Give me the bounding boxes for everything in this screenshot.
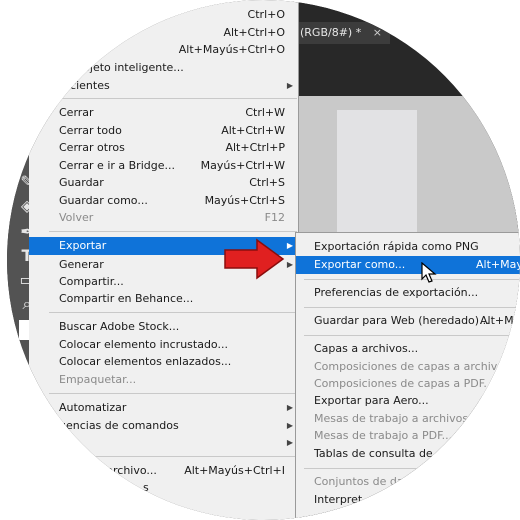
submenu-arrow-icon: ▶ xyxy=(286,421,293,430)
menu-item-save[interactable]: Guardar Ctrl+S xyxy=(29,174,299,192)
menu-item-close-others[interactable]: Cerrar otros Alt+Ctrl+P xyxy=(29,139,299,157)
menu-item-open-smart-object[interactable]: no objeto inteligente... xyxy=(29,59,299,77)
submenu-arrow-icon: ▶ xyxy=(286,241,293,250)
menu-item-search-stock[interactable]: Buscar Adobe Stock... xyxy=(29,318,299,336)
submenu-item-render-video[interactable]: Interpret xyxy=(296,491,520,509)
menu-item-automate[interactable]: Automatizar ▶ xyxy=(29,399,299,417)
menu-item-place-linked[interactable]: Colocar elementos enlazados... xyxy=(29,353,299,371)
submenu-item-layers-to-files[interactable]: Capas a archivos... xyxy=(296,340,520,358)
submenu-item-artboards-files[interactable]: Mesas de trabajo a archivos... xyxy=(296,410,520,428)
menu-separator xyxy=(304,279,520,280)
menu-item-save-as[interactable]: Guardar como... Mayús+Ctrl+S xyxy=(29,192,299,210)
document-tab-title: (RGB/8#) * xyxy=(300,26,362,39)
submenu-item-quick-export-png[interactable]: Exportación rápida como PNG xyxy=(296,238,520,256)
submenu-item-layer-comps-pdf[interactable]: Composiciones de capas a PDF... xyxy=(296,375,520,393)
menu-item-close[interactable]: Cerrar Ctrl+W xyxy=(29,104,299,122)
menu-item-close-go-bridge[interactable]: Cerrar e ir a Bridge... Mayús+Ctrl+W xyxy=(29,157,299,175)
submenu-item-artboards-pdf[interactable]: Mesas de trabajo a PDF... xyxy=(296,427,520,445)
menu-item-open-recent[interactable]: recientes ▶ xyxy=(29,77,299,95)
submenu-arrow-icon: ▶ xyxy=(286,438,293,447)
menu-separator xyxy=(304,307,520,308)
menu-separator xyxy=(49,98,297,99)
submenu-arrow-icon: ▶ xyxy=(286,81,293,90)
menu-item-print[interactable]: s xyxy=(29,479,299,497)
menu-item-share-behance[interactable]: Compartir en Behance... xyxy=(29,290,299,308)
submenu-item-export-as[interactable]: Exportar como... Alt+Mayú xyxy=(296,256,520,274)
submenu-arrow-icon: ▶ xyxy=(286,403,293,412)
menu-item-package[interactable]: Empaquetar... xyxy=(29,371,299,389)
menu-separator xyxy=(49,231,297,232)
menu-item-close-all[interactable]: Cerrar todo Alt+Ctrl+W xyxy=(29,122,299,140)
menu-item-open[interactable]: Ctrl+O xyxy=(29,6,299,24)
circular-crop: ✎ ◈ ✒ T ▭ ⌕ (RGB/8#) * × Ctrl+O Alt+Ctrl… xyxy=(7,0,520,520)
menu-separator xyxy=(304,468,520,469)
submenu-item-export-preferences[interactable]: Preferencias de exportación... xyxy=(296,284,520,302)
menu-item-import[interactable]: ar ▶ xyxy=(29,434,299,452)
menu-item-revert[interactable]: Volver F12 xyxy=(29,209,299,227)
document-tab[interactable]: (RGB/8#) * × xyxy=(296,22,390,44)
menu-item-open-as[interactable]: Alt+Mayús+Ctrl+O xyxy=(29,41,299,59)
red-arrow-icon xyxy=(224,238,285,280)
menu-separator xyxy=(304,335,520,336)
menu-item-file-info[interactable]: de archivo... Alt+Mayús+Ctrl+I xyxy=(29,462,299,480)
submenu-item-save-for-web[interactable]: Guardar para Web (heredado)... Alt+M xyxy=(296,312,520,330)
submenu-arrow-icon: ▶ xyxy=(286,260,293,269)
close-icon[interactable]: × xyxy=(373,26,382,39)
submenu-item-export-aero[interactable]: Exportar para Aero... xyxy=(296,392,520,410)
export-submenu: Exportación rápida como PNG Exportar com… xyxy=(295,232,520,520)
menu-separator xyxy=(49,312,297,313)
menu-separator xyxy=(49,456,297,457)
menu-item-scripts[interactable]: uencias de comandos ▶ xyxy=(29,417,299,435)
cursor-icon xyxy=(421,262,437,283)
menu-item-browse-bridge[interactable]: Alt+Ctrl+O xyxy=(29,24,299,42)
menu-separator xyxy=(49,393,297,394)
submenu-item-color-lookup[interactable]: Tablas de consulta de co xyxy=(296,445,520,463)
submenu-item-data-sets[interactable]: Conjuntos de da xyxy=(296,473,520,491)
menu-item-place-embedded[interactable]: Colocar elemento incrustado... xyxy=(29,336,299,354)
submenu-item-layer-comps-files[interactable]: Composiciones de capas a archivos... xyxy=(296,358,520,376)
